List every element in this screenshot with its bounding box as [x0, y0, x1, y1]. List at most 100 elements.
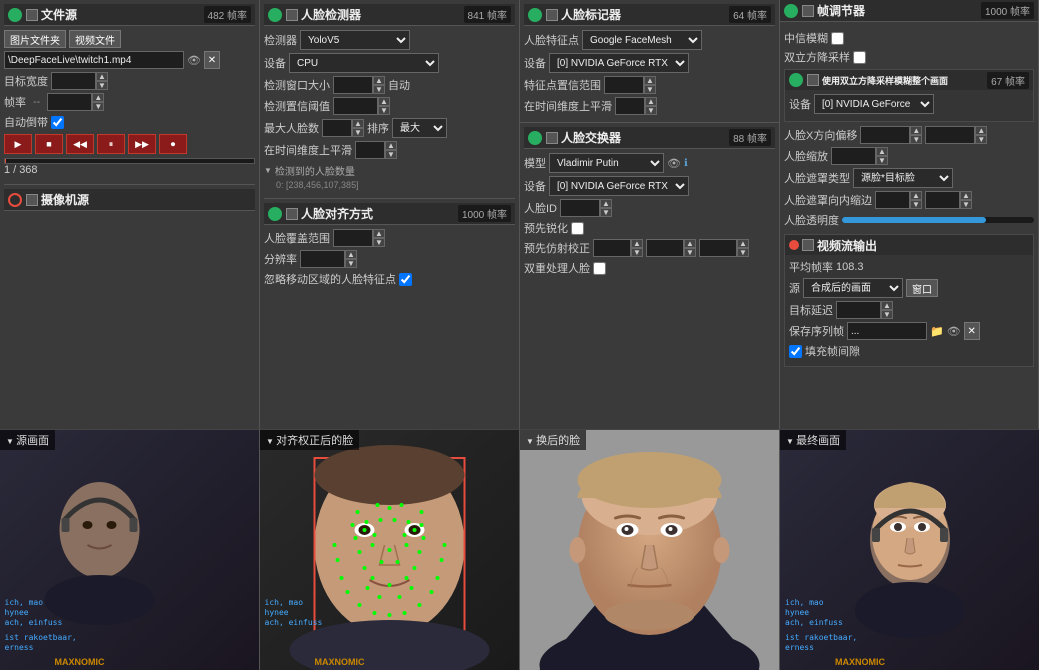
stream-source-select[interactable]: 合成后的画面 — [803, 278, 903, 298]
face-id-input[interactable]: 0 — [560, 199, 600, 217]
autoroll-checkbox[interactable] — [51, 116, 64, 129]
save-close-btn[interactable]: ✕ — [964, 322, 980, 340]
face-swap-power-btn[interactable] — [528, 131, 542, 145]
scale-input[interactable]: 1.00 — [831, 147, 876, 165]
bicubic-power-btn[interactable] — [789, 73, 803, 87]
fs-device-select[interactable]: [0] NVIDIA GeForce RTX — [549, 176, 689, 196]
y-offset-down[interactable]: ▼ — [975, 135, 987, 144]
folder-icon[interactable]: 📁 — [930, 325, 944, 338]
opacity-slider-track[interactable] — [842, 217, 1034, 223]
source-power-btn[interactable] — [8, 8, 22, 22]
pre-align-z-up[interactable]: ▲ — [737, 239, 749, 248]
cover-range-up[interactable]: ▲ — [373, 229, 385, 238]
erode-input[interactable]: 5 — [875, 191, 910, 209]
blur-input[interactable]: 25 — [925, 191, 960, 209]
pre-align-x-down[interactable]: ▼ — [631, 248, 643, 257]
erode-down[interactable]: ▼ — [910, 200, 922, 209]
target-width-input[interactable]: 自动 — [51, 72, 96, 90]
dual-sample-checkbox[interactable] — [853, 51, 866, 64]
fps-down[interactable]: ▼ — [92, 102, 104, 111]
max-faces-up[interactable]: ▲ — [352, 119, 364, 128]
pre-align-x-up[interactable]: ▲ — [631, 239, 643, 248]
max-faces-down[interactable]: ▼ — [352, 128, 364, 137]
pre-align-y-down[interactable]: ▼ — [684, 248, 696, 257]
face-id-up[interactable]: ▲ — [600, 199, 612, 208]
sort-select[interactable]: 最大 — [392, 118, 447, 138]
mask-type-select[interactable]: 源脸*目标脸 — [853, 168, 953, 188]
pre-align-x-input[interactable]: 1.00 — [593, 239, 631, 257]
dual-process-checkbox[interactable] — [593, 262, 606, 275]
y-offset-input[interactable]: 0.000 — [925, 126, 975, 144]
camera-power-btn[interactable] — [8, 193, 22, 207]
landmark-select[interactable]: Google FaceMesh — [582, 30, 702, 50]
pre-align-y-up[interactable]: ▲ — [684, 239, 696, 248]
next-btn[interactable]: ▶▶ — [128, 134, 156, 154]
pre-align-y-input[interactable]: 1.00 — [646, 239, 684, 257]
adjuster-checkbox[interactable] — [802, 5, 814, 17]
align-power-btn[interactable] — [268, 207, 282, 221]
fm-smooth-input[interactable]: 1 — [615, 97, 645, 115]
fd-device-select[interactable]: CPU — [289, 53, 439, 73]
model-info-icon[interactable]: ℹ — [684, 158, 688, 169]
threshold-input[interactable]: 0.50 — [333, 97, 378, 115]
resolution-up[interactable]: ▲ — [345, 250, 357, 259]
fd-smooth-input[interactable]: 1 — [355, 141, 385, 159]
play-btn[interactable]: ▶ — [4, 134, 32, 154]
face-detect-checkbox[interactable] — [286, 9, 298, 21]
fps-up[interactable]: ▲ — [92, 93, 104, 102]
y-offset-up[interactable]: ▲ — [975, 126, 987, 135]
threshold-up[interactable]: ▲ — [378, 97, 390, 106]
median-checkbox[interactable] — [831, 32, 844, 45]
prev-btn[interactable]: ◀◀ — [66, 134, 94, 154]
pause-btn[interactable]: ⏸ — [97, 134, 125, 154]
pre-sharpen-checkbox[interactable] — [571, 222, 584, 235]
range-up[interactable]: ▲ — [644, 76, 656, 85]
scale-down[interactable]: ▼ — [876, 156, 888, 165]
ignore-checkbox[interactable] — [399, 273, 412, 286]
face-id-down[interactable]: ▼ — [600, 208, 612, 217]
threshold-down[interactable]: ▼ — [378, 106, 390, 115]
adjuster-power-btn[interactable] — [784, 4, 798, 18]
fd-smooth-up[interactable]: ▲ — [385, 141, 397, 150]
bicubic-checkbox[interactable] — [807, 74, 819, 86]
fd-smooth-down[interactable]: ▼ — [385, 150, 397, 159]
face-marker-power-btn[interactable] — [528, 8, 542, 22]
x-offset-down[interactable]: ▼ — [910, 135, 922, 144]
delay-input[interactable]: 500 — [836, 301, 881, 319]
target-width-up[interactable]: ▲ — [96, 72, 108, 81]
save-input[interactable] — [847, 322, 927, 340]
face-detect-power-btn[interactable] — [268, 8, 282, 22]
pre-align-z-down[interactable]: ▼ — [737, 248, 749, 257]
range-input[interactable]: 1.3 — [604, 76, 644, 94]
filepath-input[interactable] — [4, 51, 184, 69]
pre-align-z-input[interactable]: 1.00 — [699, 239, 737, 257]
target-width-down[interactable]: ▼ — [96, 81, 108, 90]
align-checkbox[interactable] — [286, 208, 298, 220]
face-swap-checkbox[interactable] — [546, 132, 558, 144]
fm-device-select[interactable]: [0] NVIDIA GeForce RTX — [549, 53, 689, 73]
camera-checkbox[interactable] — [26, 194, 38, 206]
source-checkbox[interactable] — [26, 9, 38, 21]
stream-checkbox[interactable] — [802, 239, 814, 251]
max-faces-input[interactable]: 1 — [322, 119, 352, 137]
tab-video-file[interactable]: 视频文件 — [69, 30, 121, 48]
tab-image-folder[interactable]: 图片文件夹 — [4, 30, 66, 48]
eye-icon[interactable]: 👁 — [187, 54, 201, 67]
range-down[interactable]: ▼ — [644, 85, 656, 94]
resolution-down[interactable]: ▼ — [345, 259, 357, 268]
fill-gap-checkbox[interactable] — [789, 345, 802, 358]
detector-select[interactable]: YoloV5 — [300, 30, 410, 50]
face-marker-checkbox[interactable] — [546, 9, 558, 21]
delay-down[interactable]: ▼ — [881, 310, 893, 319]
stream-toggle[interactable] — [789, 240, 799, 250]
save-eye-icon[interactable]: 👁 — [947, 325, 961, 338]
window-size-input[interactable]: 128 — [333, 76, 373, 94]
fm-smooth-up[interactable]: ▲ — [645, 97, 657, 106]
cover-range-input[interactable]: 2.2 — [333, 229, 373, 247]
fm-smooth-down[interactable]: ▼ — [645, 106, 657, 115]
blur-up[interactable]: ▲ — [960, 191, 972, 200]
blur-down[interactable]: ▼ — [960, 200, 972, 209]
record-btn[interactable]: ⏺ — [159, 134, 187, 154]
close-file-btn[interactable]: ✕ — [204, 51, 220, 69]
model-eye-icon[interactable]: 👁 — [667, 157, 681, 170]
